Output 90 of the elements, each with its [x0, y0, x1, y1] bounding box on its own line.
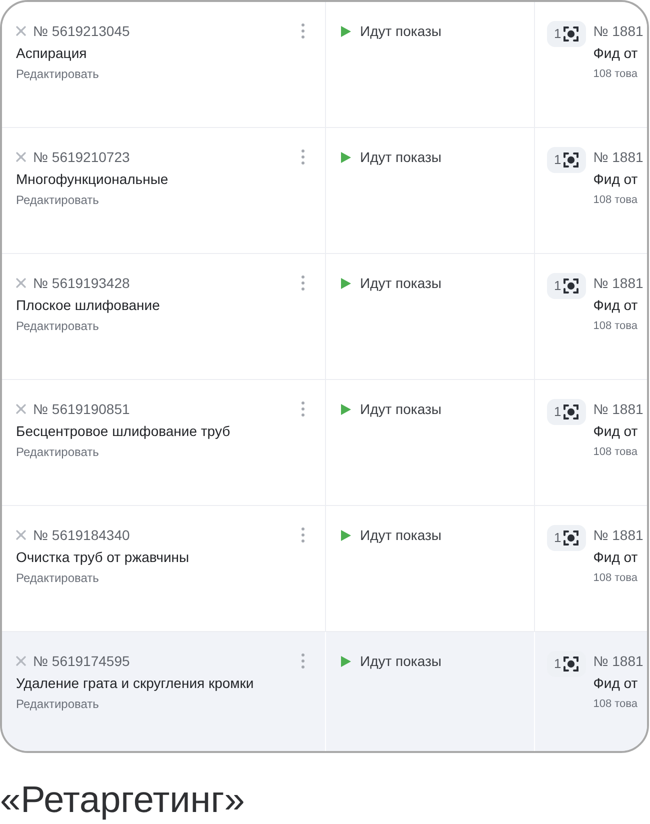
- feed-count: 1: [554, 656, 562, 672]
- edit-link[interactable]: Редактировать: [16, 193, 168, 208]
- ad-group-name: Бесцентровое шлифование труб: [16, 422, 230, 440]
- edit-link[interactable]: Редактировать: [16, 67, 130, 82]
- feed-name: Фид от: [593, 674, 639, 692]
- status-text: Идут показы: [360, 652, 442, 670]
- target-icon: [563, 530, 580, 546]
- cross-icon: [16, 152, 26, 162]
- edit-link[interactable]: Редактировать: [16, 319, 160, 334]
- more-vertical-icon: [301, 23, 305, 39]
- feed-count-badge[interactable]: 1: [547, 399, 586, 425]
- play-icon: [341, 404, 351, 415]
- feed-number: № 1881: [593, 274, 644, 292]
- edit-link[interactable]: Редактировать: [16, 445, 230, 460]
- more-vertical-icon: [301, 527, 305, 543]
- feed-count-badge[interactable]: 1: [547, 273, 586, 299]
- ad-group-number: № 5619190851: [33, 400, 130, 418]
- more-menu-button[interactable]: [299, 149, 307, 165]
- play-icon: [341, 278, 351, 289]
- feed-items-count: 108 това: [593, 697, 639, 711]
- status-text: Идут показы: [360, 148, 442, 166]
- table-row[interactable]: № 5619184340 Очистка труб от ржавчины Редактировать Идут показы 1 № 1881 Фид от 108 това: [2, 506, 647, 632]
- cross-icon: [16, 26, 26, 36]
- ad-group-number: № 5619213045: [33, 22, 130, 40]
- more-vertical-icon: [301, 653, 305, 669]
- feed-items-count: 108 това: [593, 193, 639, 207]
- feed-items-count: 108 това: [593, 445, 639, 459]
- feed-count: 1: [554, 530, 562, 546]
- feed-name: Фид от: [593, 44, 639, 62]
- table-row[interactable]: № 5619174595 Удаление грата и скругления кромки Редактировать Идут показы 1 № 1881 Фид от 108 това: [2, 632, 647, 751]
- status-text: Идут показы: [360, 274, 442, 292]
- table-row[interactable]: № 5619213045 Аспирация Редактировать Идут показы 1 № 1881 Фид от 108 това: [2, 2, 647, 128]
- target-icon: [563, 656, 580, 672]
- cross-icon: [16, 530, 26, 540]
- status-text: Идут показы: [360, 400, 442, 418]
- ad-group-number: № 5619210723: [33, 148, 130, 166]
- target-icon: [563, 152, 580, 168]
- ad-group-number: № 5619174595: [33, 652, 130, 670]
- feed-number: № 1881: [593, 652, 644, 670]
- more-menu-button[interactable]: [299, 401, 307, 417]
- target-icon: [563, 404, 580, 420]
- more-menu-button[interactable]: [299, 23, 307, 39]
- ad-group-number: № 5619193428: [33, 274, 130, 292]
- play-icon: [341, 152, 351, 163]
- feed-name: Фид от: [593, 548, 639, 566]
- target-icon: [563, 26, 580, 42]
- table-row[interactable]: № 5619210723 Многофункциональные Редактировать Идут показы 1 № 1881 Фид от 108 това: [2, 128, 647, 254]
- edit-link[interactable]: Редактировать: [16, 697, 254, 712]
- status-text: Идут показы: [360, 22, 442, 40]
- more-vertical-icon: [301, 275, 305, 291]
- more-menu-button[interactable]: [299, 527, 307, 543]
- more-vertical-icon: [301, 401, 305, 417]
- feed-name: Фид от: [593, 296, 639, 314]
- edit-link[interactable]: Редактировать: [16, 571, 190, 586]
- feed-items-count: 108 това: [593, 319, 639, 333]
- play-icon: [341, 656, 351, 667]
- feed-count: 1: [554, 26, 562, 42]
- ad-group-number: № 5619184340: [33, 526, 130, 544]
- feed-number: № 1881: [593, 148, 644, 166]
- feed-items-count: 108 това: [593, 67, 639, 81]
- feed-count-badge[interactable]: 1: [547, 147, 586, 173]
- ad-group-name: Очистка труб от ржавчины: [16, 548, 190, 566]
- more-menu-button[interactable]: [299, 653, 307, 669]
- feed-items-count: 108 това: [593, 571, 639, 585]
- feed-name: Фид от: [593, 170, 639, 188]
- more-menu-button[interactable]: [299, 275, 307, 291]
- play-icon: [341, 26, 351, 37]
- feed-number: № 1881: [593, 526, 644, 544]
- table-row[interactable]: № 5619190851 Бесцентровое шлифование труб Редактировать Идут показы 1 № 1881 Фид от 108 това: [2, 380, 647, 506]
- feed-number: № 1881: [593, 22, 644, 40]
- ad-group-name: Аспирация: [16, 44, 88, 62]
- cross-icon: [16, 278, 26, 288]
- cross-icon: [16, 404, 26, 414]
- feed-count: 1: [554, 278, 562, 294]
- status-text: Идут показы: [360, 526, 442, 544]
- feed-name: Фид от: [593, 422, 639, 440]
- feed-count: 1: [554, 152, 562, 168]
- feed-count-badge[interactable]: 1: [547, 21, 586, 47]
- feed-count-badge[interactable]: 1: [547, 525, 586, 551]
- ad-group-name: Многофункциональные: [16, 170, 168, 188]
- target-icon: [563, 278, 580, 294]
- table-row[interactable]: № 5619193428 Плоское шлифование Редактировать Идут показы 1 № 1881 Фид от 108 това: [2, 254, 647, 380]
- play-icon: [341, 530, 351, 541]
- more-vertical-icon: [301, 149, 305, 165]
- ad-group-name: Удаление грата и скругления кромки: [16, 674, 254, 692]
- ad-group-name: Плоское шлифование: [16, 296, 160, 314]
- caption: «Ретаргетинг»: [0, 779, 245, 820]
- cross-icon: [16, 656, 26, 666]
- feed-number: № 1881: [593, 400, 644, 418]
- feed-count: 1: [554, 404, 562, 420]
